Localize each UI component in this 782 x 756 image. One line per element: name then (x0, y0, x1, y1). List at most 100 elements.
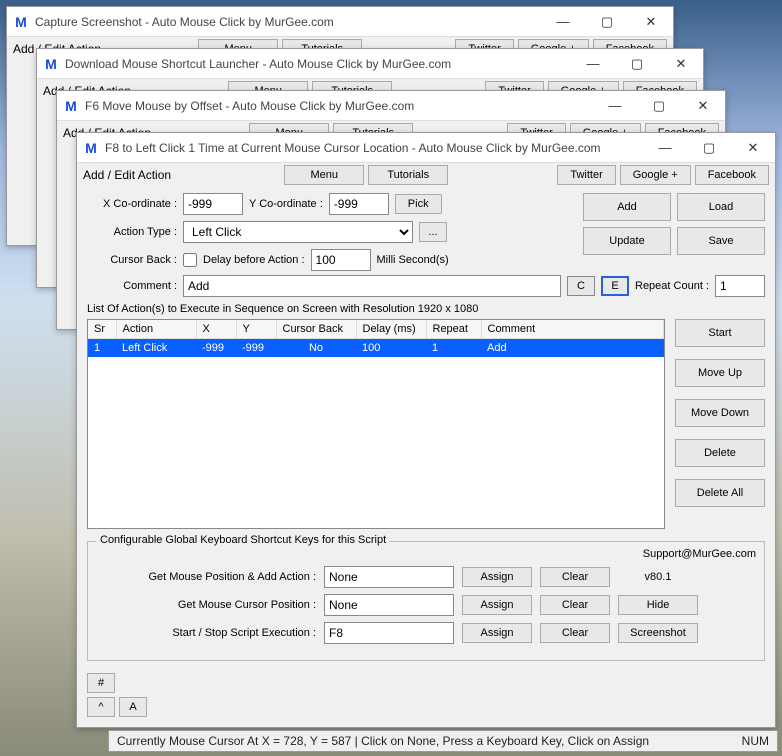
col-delay[interactable]: Delay (ms) (356, 320, 426, 339)
window-title: Capture Screenshot - Auto Mouse Click by… (35, 15, 541, 29)
clear-button-1[interactable]: Clear (540, 567, 610, 587)
c-button[interactable]: C (567, 276, 595, 296)
shortcuts-group: Configurable Global Keyboard Shortcut Ke… (87, 541, 765, 661)
window-title: F8 to Left Click 1 Time at Current Mouse… (105, 141, 643, 155)
list-header-row: Sr Action X Y Cursor Back Delay (ms) Rep… (88, 320, 664, 339)
hash-button[interactable]: # (87, 673, 115, 693)
load-button[interactable]: Load (677, 193, 765, 221)
status-num: NUM (742, 734, 769, 748)
minimize-button[interactable]: — (571, 49, 615, 79)
update-button[interactable]: Update (583, 227, 671, 255)
y-coord-label: Y Co-ordinate : (249, 198, 323, 210)
start-button[interactable]: Start (675, 319, 765, 347)
minimize-button[interactable]: — (643, 133, 687, 163)
cursor-back-checkbox[interactable] (183, 253, 197, 267)
delay-input[interactable] (311, 249, 371, 271)
action-type-select[interactable]: Left Click (183, 221, 413, 243)
support-link[interactable]: Support@MurGee.com (96, 548, 756, 560)
assign-button-1[interactable]: Assign (462, 567, 532, 587)
version-label: v80.1 (618, 571, 698, 583)
a-button[interactable]: A (119, 697, 147, 717)
cell-sr: 1 (88, 339, 116, 358)
delay-unit-label: Milli Second(s) (377, 254, 449, 266)
caret-button[interactable]: ^ (87, 697, 115, 717)
close-button[interactable]: ✕ (681, 91, 725, 121)
col-repeat[interactable]: Repeat (426, 320, 481, 339)
close-button[interactable]: ✕ (659, 49, 703, 79)
cell-comment: Add (481, 339, 664, 358)
maximize-button[interactable]: ▢ (615, 49, 659, 79)
actions-listview[interactable]: Sr Action X Y Cursor Back Delay (ms) Rep… (87, 319, 665, 529)
comment-label: Comment : (87, 280, 177, 292)
shortcuts-title: Configurable Global Keyboard Shortcut Ke… (96, 534, 390, 546)
delay-label: Delay before Action : (203, 254, 305, 266)
shortcut-cursor-pos-input[interactable] (324, 594, 454, 616)
shortcut-cursor-pos-label: Get Mouse Cursor Position : (96, 599, 316, 611)
y-coord-input[interactable] (329, 193, 389, 215)
shortcut-add-action-input[interactable] (324, 566, 454, 588)
clear-button-2[interactable]: Clear (540, 595, 610, 615)
window-left-click: M F8 to Left Click 1 Time at Current Mou… (76, 132, 776, 728)
titlebar[interactable]: M F6 Move Mouse by Offset - Auto Mouse C… (57, 91, 725, 121)
shortcut-start-stop-label: Start / Stop Script Execution : (96, 627, 316, 639)
window-title: F6 Move Mouse by Offset - Auto Mouse Cli… (85, 99, 593, 113)
menu-button[interactable]: Menu (284, 165, 364, 185)
save-button[interactable]: Save (677, 227, 765, 255)
status-bar: Currently Mouse Cursor At X = 728, Y = 5… (108, 730, 778, 752)
col-cursor-back[interactable]: Cursor Back (276, 320, 356, 339)
twitter-button[interactable]: Twitter (557, 165, 615, 185)
pick-button[interactable]: Pick (395, 194, 442, 214)
menubar: Add / Edit Action Menu Tutorials Twitter… (77, 163, 775, 187)
maximize-button[interactable]: ▢ (637, 91, 681, 121)
delete-all-button[interactable]: Delete All (675, 479, 765, 507)
app-icon: M (43, 56, 59, 72)
cell-repeat: 1 (426, 339, 481, 358)
e-button[interactable]: E (601, 276, 629, 296)
x-coord-label: X Co-ordinate : (87, 198, 177, 210)
google-button[interactable]: Google + (620, 165, 691, 185)
cursor-back-label: Cursor Back : (87, 254, 177, 266)
action-type-label: Action Type : (87, 226, 177, 238)
col-action[interactable]: Action (116, 320, 196, 339)
repeat-count-input[interactable] (715, 275, 765, 297)
assign-button-2[interactable]: Assign (462, 595, 532, 615)
col-x[interactable]: X (196, 320, 236, 339)
maximize-button[interactable]: ▢ (585, 7, 629, 37)
cell-cursor-back: No (276, 339, 356, 358)
col-sr[interactable]: Sr (88, 320, 116, 339)
minimize-button[interactable]: — (541, 7, 585, 37)
cell-y: -999 (236, 339, 276, 358)
titlebar[interactable]: M F8 to Left Click 1 Time at Current Mou… (77, 133, 775, 163)
minimize-button[interactable]: — (593, 91, 637, 121)
col-comment[interactable]: Comment (481, 320, 664, 339)
close-button[interactable]: ✕ (629, 7, 673, 37)
x-coord-input[interactable] (183, 193, 243, 215)
clear-button-3[interactable]: Clear (540, 623, 610, 643)
hide-button[interactable]: Hide (618, 595, 698, 615)
delete-button[interactable]: Delete (675, 439, 765, 467)
app-icon: M (83, 140, 99, 156)
screenshot-button[interactable]: Screenshot (618, 623, 698, 643)
assign-button-3[interactable]: Assign (462, 623, 532, 643)
maximize-button[interactable]: ▢ (687, 133, 731, 163)
titlebar[interactable]: M Capture Screenshot - Auto Mouse Click … (7, 7, 673, 37)
titlebar[interactable]: M Download Mouse Shortcut Launcher - Aut… (37, 49, 703, 79)
status-text: Currently Mouse Cursor At X = 728, Y = 5… (117, 734, 649, 748)
col-y[interactable]: Y (236, 320, 276, 339)
shortcut-add-action-label: Get Mouse Position & Add Action : (96, 571, 316, 583)
tutorials-button[interactable]: Tutorials (368, 165, 448, 185)
facebook-button[interactable]: Facebook (695, 165, 769, 185)
add-button[interactable]: Add (583, 193, 671, 221)
more-button[interactable]: ... (419, 222, 447, 242)
shortcut-start-stop-input[interactable] (324, 622, 454, 644)
move-down-button[interactable]: Move Down (675, 399, 765, 427)
table-row[interactable]: 1 Left Click -999 -999 No 100 1 Add (88, 339, 664, 358)
cell-delay: 100 (356, 339, 426, 358)
add-edit-label: Add / Edit Action (83, 168, 171, 182)
app-icon: M (63, 98, 79, 114)
comment-input[interactable] (183, 275, 561, 297)
move-up-button[interactable]: Move Up (675, 359, 765, 387)
close-button[interactable]: ✕ (731, 133, 775, 163)
window-title: Download Mouse Shortcut Launcher - Auto … (65, 57, 571, 71)
repeat-count-label: Repeat Count : (635, 280, 709, 292)
